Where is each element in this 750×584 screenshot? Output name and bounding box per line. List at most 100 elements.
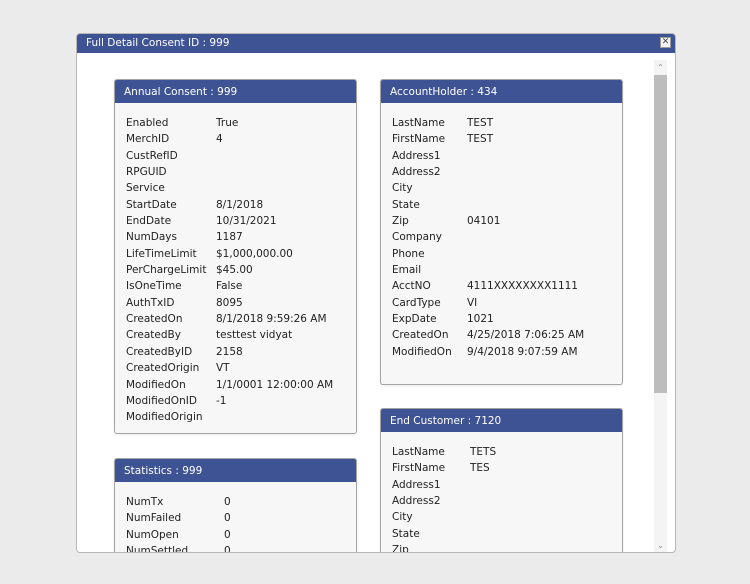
field-label: MerchID	[126, 133, 170, 146]
field-value: 1/1/0001 12:00:00 AM	[216, 378, 334, 391]
dialog-titlebar[interactable]: Full Detail Consent ID : 999 ✕	[77, 34, 675, 53]
field-label: CardType	[392, 296, 441, 309]
field-row: AuthTxID 8095	[115, 295, 356, 311]
account-holder-header: AccountHolder : 434	[381, 80, 622, 103]
field-label: NumOpen	[126, 528, 179, 541]
field-value: 4	[216, 133, 223, 146]
field-value: $45.00	[216, 264, 253, 277]
field-row: LastName TETS	[381, 444, 622, 460]
field-value: 10/31/2021	[216, 215, 277, 228]
field-value: 2158	[216, 345, 243, 358]
field-row: Zip	[381, 542, 622, 552]
field-label: State	[392, 527, 420, 540]
field-value: 1021	[467, 313, 494, 326]
field-label: CreatedBy	[126, 329, 181, 342]
field-value: VI	[467, 296, 478, 309]
field-label: CreatedByID	[126, 345, 193, 358]
field-value: TETS	[470, 446, 497, 458]
field-row: City	[381, 509, 622, 525]
field-row: Address2	[381, 493, 622, 509]
field-row: Zip 04101	[381, 213, 622, 229]
field-label: Address2	[392, 495, 441, 508]
field-value: 0	[224, 528, 231, 541]
field-row: FirstName TEST	[381, 131, 622, 147]
field-label: IsOneTime	[126, 280, 182, 293]
field-label: ModifiedOn	[126, 378, 186, 391]
field-row: NumDays 1187	[115, 229, 356, 245]
field-label: CustRefID	[126, 149, 178, 162]
field-label: Address2	[392, 166, 441, 179]
field-label: ExpDate	[392, 313, 437, 326]
field-value: -1	[216, 394, 227, 407]
field-label: FirstName	[392, 462, 446, 475]
field-row: NumTx 0	[115, 494, 356, 510]
field-label: AuthTxID	[126, 296, 175, 309]
account-holder-panel: AccountHolder : 434 LastName TEST FirstNam…	[380, 79, 623, 385]
field-label: StartDate	[126, 198, 177, 211]
field-row: CreatedBy testtest vidyat	[115, 327, 356, 343]
field-value: $1,000,000.00	[216, 247, 293, 260]
field-row: State	[381, 197, 622, 213]
field-value: TEST	[467, 117, 494, 129]
chevron-up-icon[interactable]: ⌃	[654, 62, 667, 74]
field-label: NumSettled	[126, 545, 189, 552]
field-label: Address1	[392, 478, 441, 491]
field-value: 8095	[216, 296, 243, 309]
field-row: City	[381, 180, 622, 196]
field-label: CreatedOrigin	[126, 362, 200, 375]
field-row: Address1	[381, 477, 622, 493]
field-row: PerChargeLimit $45.00	[115, 262, 356, 278]
field-label: Email	[392, 264, 422, 277]
field-row: ModifiedOn 9/4/2018 9:07:59 AM	[381, 344, 622, 360]
field-label: LastName	[392, 446, 445, 458]
statistics-rows: NumTx 0 NumFailed 0 NumOpen 0 NumSettled 0	[115, 482, 356, 552]
field-row: LifeTimeLimit $1,000,000.00	[115, 246, 356, 262]
field-label: Phone	[392, 247, 425, 260]
field-row: NumOpen 0	[115, 527, 356, 543]
statistics-panel: Statistics : 999 NumTx 0 NumFailed 0 NumOpen…	[114, 458, 357, 552]
field-label: Zip	[392, 215, 409, 228]
field-row: CreatedOn 4/25/2018 7:06:25 AM	[381, 327, 622, 343]
field-value: 04101	[467, 215, 501, 228]
annual-consent-header: Annual Consent : 999	[115, 80, 356, 103]
field-value: 0	[224, 545, 231, 552]
field-value: VT	[216, 362, 230, 375]
field-value: 0	[224, 496, 231, 508]
field-value: True	[216, 117, 239, 129]
field-label: LastName	[392, 117, 445, 129]
field-value: 1187	[216, 231, 243, 244]
close-button[interactable]: ✕	[660, 37, 671, 48]
field-label: ModifiedOn	[392, 345, 452, 358]
field-row: LastName TEST	[381, 115, 622, 131]
field-label: AcctNO	[392, 280, 431, 293]
field-row: Service	[115, 180, 356, 196]
field-row: NumSettled 0	[115, 543, 356, 552]
consent-detail-dialog: Full Detail Consent ID : 999 ✕ Annual Co…	[76, 33, 676, 553]
field-label: ModifiedOrigin	[126, 411, 203, 424]
field-row: State	[381, 526, 622, 542]
field-label: NumTx	[126, 496, 164, 508]
field-row: Address2	[381, 164, 622, 180]
field-label: NumDays	[126, 231, 177, 244]
field-value: 8/1/2018 9:59:26 AM	[216, 313, 327, 326]
end-customer-header: End Customer : 7120	[381, 409, 622, 432]
field-label: Address1	[392, 149, 441, 162]
field-value: 0	[224, 512, 231, 525]
field-row: ModifiedOrigin	[115, 409, 356, 425]
annual-consent-rows: Enabled True MerchID 4 CustRefID RPGUID Servic…	[115, 103, 356, 426]
field-row: StartDate 8/1/2018	[115, 197, 356, 213]
field-value: TEST	[467, 133, 494, 146]
field-row: Company	[381, 229, 622, 245]
dialog-content: Annual Consent : 999 Enabled True MerchID 4…	[77, 53, 655, 552]
field-label: ModifiedOnID	[126, 394, 197, 407]
field-row: AcctNO 4111XXXXXXXX1111	[381, 278, 622, 294]
vertical-scrollbar[interactable]: ⌃ ⌄	[654, 60, 667, 552]
scrollbar-thumb[interactable]	[654, 75, 667, 393]
field-value: 9/4/2018 9:07:59 AM	[467, 345, 578, 358]
field-label: LifeTimeLimit	[126, 247, 197, 260]
close-icon: ✕	[661, 37, 670, 47]
chevron-down-icon[interactable]: ⌄	[654, 540, 667, 552]
field-label: FirstName	[392, 133, 446, 146]
field-value: 8/1/2018	[216, 198, 264, 211]
end-customer-panel: End Customer : 7120 LastName TETS FirstNam…	[380, 408, 623, 552]
